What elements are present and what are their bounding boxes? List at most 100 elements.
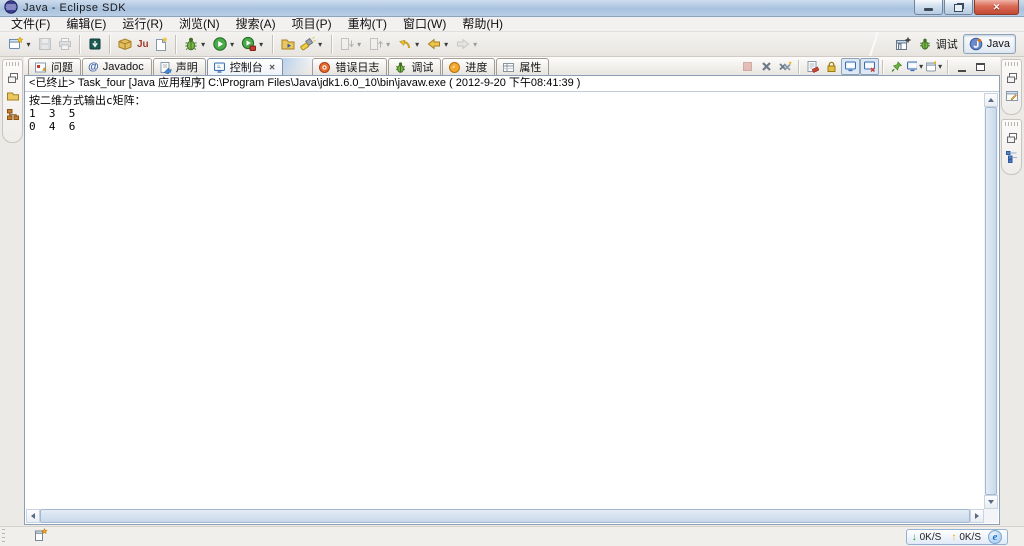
dropdown-icon[interactable]: ▾ xyxy=(228,40,237,49)
dropdown-icon[interactable]: ▾ xyxy=(917,62,925,71)
scroll-lock-button[interactable] xyxy=(822,58,841,75)
horizontal-scroll-thumb[interactable] xyxy=(40,509,970,523)
package-explorer-button[interactable] xyxy=(4,87,22,105)
declaration-icon xyxy=(160,61,172,74)
dropdown-icon[interactable]: ▾ xyxy=(199,40,208,49)
tab-progress[interactable]: 进度 xyxy=(442,58,496,75)
title-bar: Java - Eclipse SDK ✕ xyxy=(0,0,1024,17)
dropdown-icon[interactable]: ▾ xyxy=(316,40,325,49)
open-console-button[interactable]: ▾ xyxy=(925,58,944,75)
show-stderr-button[interactable] xyxy=(860,58,879,75)
strip-grip[interactable] xyxy=(1005,62,1018,66)
menu-project[interactable]: 项目(P) xyxy=(284,17,340,32)
back-button[interactable]: ▾ xyxy=(424,33,453,55)
perspective-java-button[interactable]: Java xyxy=(962,34,1016,54)
menu-navigate[interactable]: 浏览(N) xyxy=(171,17,228,32)
task-list-button[interactable] xyxy=(1003,87,1021,105)
menu-run[interactable]: 运行(R) xyxy=(114,17,171,32)
javadoc-at-icon: @ xyxy=(88,61,99,73)
junit-icon: Ju xyxy=(137,38,149,50)
console-text-area[interactable]: 按二维方式输出c矩阵： 1 3 5 0 4 6 xyxy=(25,91,999,524)
scrollbar-corner xyxy=(984,509,998,523)
tab-error-log[interactable]: 错误日志 xyxy=(312,58,388,75)
menu-search[interactable]: 搜索(A) xyxy=(228,17,284,32)
tab-label: 问题 xyxy=(51,62,73,74)
tab-javadoc[interactable]: @ Javadoc xyxy=(82,58,152,75)
fast-view-button[interactable] xyxy=(33,527,49,546)
new-wizard-button[interactable]: ▾ xyxy=(6,33,35,55)
scroll-left-button[interactable] xyxy=(26,509,40,523)
close-button[interactable]: ✕ xyxy=(974,0,1019,15)
network-monitor-widget[interactable]: ↓ 0K/S ↑ 0K/S e xyxy=(905,529,1008,545)
restore-views-button[interactable] xyxy=(1003,129,1021,147)
outline-view-button[interactable] xyxy=(1003,147,1021,165)
vertical-scroll-thumb[interactable] xyxy=(985,107,997,495)
display-console-button[interactable]: ▾ xyxy=(906,58,925,75)
dropdown-icon[interactable]: ▾ xyxy=(413,40,422,49)
tab-properties[interactable]: 属性 xyxy=(496,58,550,75)
restore-views-button[interactable] xyxy=(1003,69,1021,87)
menu-file[interactable]: 文件(F) xyxy=(3,17,58,32)
restore-button[interactable] xyxy=(944,0,973,15)
scroll-right-button[interactable] xyxy=(970,509,984,523)
scroll-right-icon xyxy=(975,513,979,519)
menu-refactor[interactable]: 重构(T) xyxy=(340,17,395,32)
tab-label: 调试 xyxy=(411,62,434,74)
menu-edit[interactable]: 编辑(E) xyxy=(58,17,114,32)
eclipse-logo-icon xyxy=(4,0,18,17)
tab-console[interactable]: 控制台 ✕ xyxy=(206,58,284,75)
dropdown-icon[interactable]: ▾ xyxy=(24,40,33,49)
forward-button: ▾ xyxy=(453,33,482,55)
minimize-view-button[interactable] xyxy=(952,58,971,75)
previous-annotation-icon xyxy=(369,38,383,50)
hierarchy-view-button[interactable] xyxy=(4,105,22,123)
scroll-up-button[interactable] xyxy=(984,93,998,107)
open-task-button[interactable] xyxy=(278,33,298,55)
dropdown-icon[interactable]: ▾ xyxy=(936,62,944,71)
tab-debug[interactable]: 调试 xyxy=(388,58,442,75)
new-java-project-button[interactable] xyxy=(115,33,135,55)
dropdown-icon[interactable]: ▾ xyxy=(257,40,266,49)
dropdown-icon[interactable]: ▾ xyxy=(442,40,451,49)
build-button[interactable] xyxy=(85,33,105,55)
tab-label: 声明 xyxy=(175,62,198,74)
right-view-strip-top xyxy=(1001,59,1022,115)
run-button[interactable]: ▾ xyxy=(210,33,239,55)
remove-all-terminated-button[interactable] xyxy=(776,58,795,75)
menu-help[interactable]: 帮助(H) xyxy=(454,17,511,32)
new-junit-test-button[interactable]: Ju xyxy=(135,33,151,55)
external-tools-button[interactable]: ▾ xyxy=(239,33,268,55)
menu-window[interactable]: 窗口(W) xyxy=(395,17,454,32)
ie-icon[interactable]: e xyxy=(988,530,1002,544)
new-class-button[interactable] xyxy=(151,33,171,55)
package-explorer-icon xyxy=(6,92,19,101)
terminate-icon xyxy=(743,62,752,71)
dropdown-icon[interactable]: ▾ xyxy=(355,40,364,49)
pin-console-button[interactable] xyxy=(887,58,906,75)
perspective-debug-button[interactable]: 调试 xyxy=(913,34,963,54)
strip-grip[interactable] xyxy=(1005,122,1018,126)
show-stdout-button[interactable] xyxy=(841,58,860,75)
maximize-view-button[interactable] xyxy=(971,58,990,75)
dropdown-icon[interactable]: ▾ xyxy=(384,40,393,49)
display-console-icon xyxy=(907,61,918,72)
strip-grip[interactable] xyxy=(6,62,19,66)
horizontal-scrollbar[interactable] xyxy=(26,509,984,523)
search-button[interactable]: ▾ xyxy=(298,33,327,55)
last-edit-location-button[interactable]: ▾ xyxy=(395,33,424,55)
tab-label: 属性 xyxy=(519,62,542,74)
debug-button[interactable]: ▾ xyxy=(181,33,210,55)
tab-close-icon[interactable]: ✕ xyxy=(269,63,276,72)
left-view-strip xyxy=(2,59,23,143)
tab-problems[interactable]: 问题 xyxy=(28,58,81,75)
dropdown-icon[interactable]: ▾ xyxy=(471,40,480,49)
clear-console-button[interactable] xyxy=(803,58,822,75)
restore-views-button[interactable] xyxy=(4,69,22,87)
tab-declaration[interactable]: 声明 xyxy=(152,58,206,75)
open-perspective-button[interactable] xyxy=(893,33,913,55)
problems-icon xyxy=(35,62,47,72)
minimize-button[interactable] xyxy=(914,0,943,15)
scroll-down-button[interactable] xyxy=(984,495,998,509)
vertical-scrollbar[interactable] xyxy=(984,93,998,509)
remove-launch-button[interactable] xyxy=(757,58,776,75)
